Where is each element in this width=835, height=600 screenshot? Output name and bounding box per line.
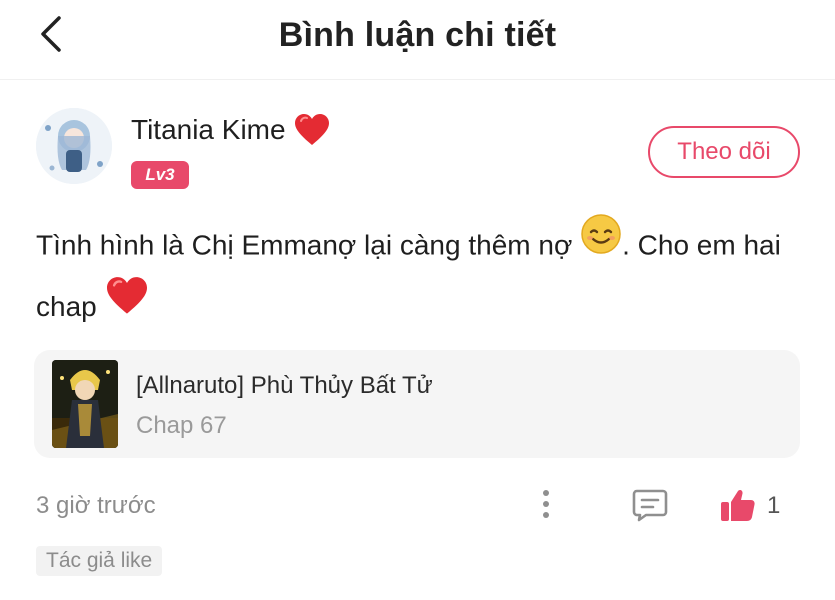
- level-badge: Lv3: [131, 161, 189, 189]
- more-dot: [543, 512, 549, 518]
- comment-text-part1: Tình hình là Chị Emmanợ lại càng thêm nợ: [36, 229, 573, 261]
- author-like-badge: Tác giả like: [36, 546, 163, 576]
- timestamp: 3 giờ trước: [36, 492, 156, 519]
- follow-button[interactable]: Theo dõi: [648, 126, 800, 178]
- more-dot: [543, 490, 549, 496]
- more-dot: [543, 501, 549, 507]
- comic-cover-image: [52, 360, 118, 448]
- username[interactable]: Titania Kime: [131, 114, 286, 146]
- more-options-button[interactable]: [536, 488, 556, 520]
- heart-icon: [294, 113, 330, 147]
- reply-button[interactable]: [632, 488, 668, 522]
- comment-actions: 3 giờ trước 1: [36, 488, 800, 528]
- username-row: Titania Kime: [131, 113, 330, 147]
- heart-icon: [105, 276, 149, 336]
- comment-text: Tình hình là Chị Emmanợ lại càng thêm nợ…: [36, 213, 806, 339]
- like-button[interactable]: [720, 488, 756, 522]
- comic-reference-card[interactable]: [Allnaruto] Phù Thủy Bất Tử Chap 67: [34, 350, 800, 458]
- header-bar: Bình luận chi tiết: [0, 0, 835, 80]
- comic-title: [Allnaruto] Phù Thủy Bất Tử: [136, 372, 433, 399]
- page-title: Bình luận chi tiết: [278, 16, 557, 54]
- comic-chapter: Chap 67: [136, 412, 227, 439]
- avatar-image: [36, 108, 112, 184]
- like-count: 1: [767, 492, 781, 519]
- smiling-face-icon: [580, 213, 622, 275]
- thumbs-up-icon: [721, 489, 755, 521]
- avatar[interactable]: [36, 108, 112, 184]
- comment-icon: [632, 489, 668, 522]
